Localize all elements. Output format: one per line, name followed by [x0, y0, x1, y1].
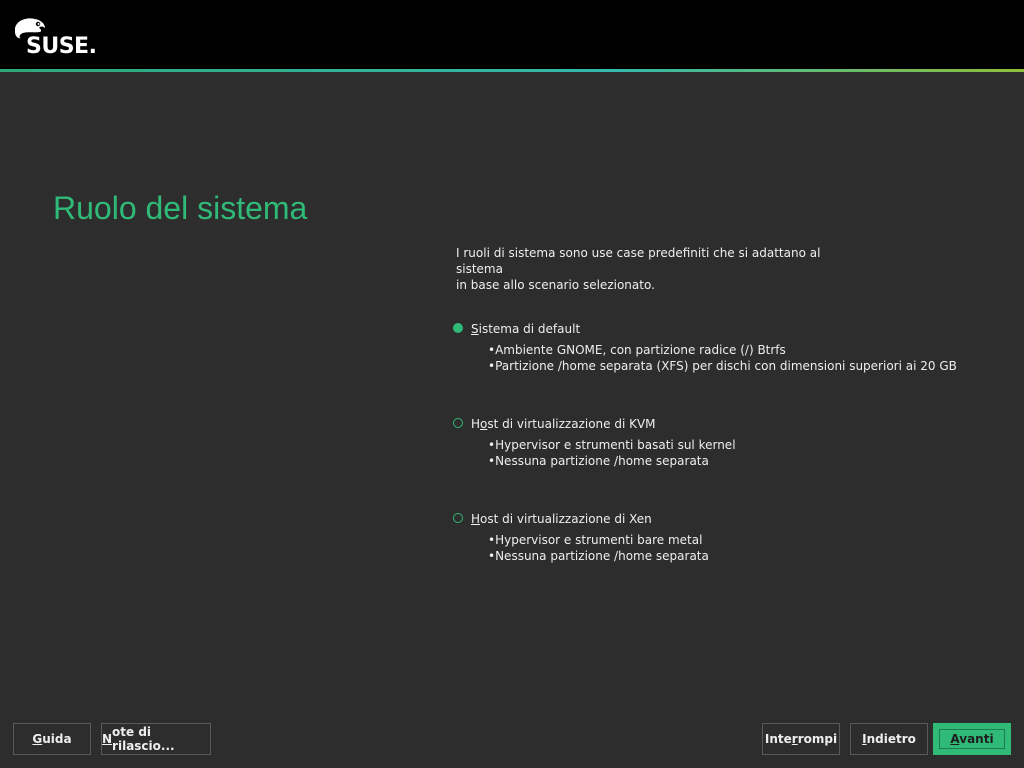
intro-line-1: I ruoli di sistema sono use case predefi… — [456, 246, 821, 276]
role-bullet: Ambiente GNOME, con partizione radice (/… — [488, 342, 957, 358]
role-bullets: Hypervisor e strumenti basati sul kernel… — [488, 437, 736, 469]
radio-unselected-icon[interactable] — [453, 513, 463, 523]
role-label[interactable]: Host di virtualizzazione di Xen — [471, 512, 652, 526]
role-bullets: Hypervisor e strumenti bare metal Nessun… — [488, 532, 709, 564]
intro-line-2: in base allo scenario selezionato. — [456, 278, 655, 292]
role-bullet: Nessuna partizione /home separata — [488, 453, 736, 469]
release-notes-button[interactable]: Note di rilascio... — [101, 723, 211, 755]
role-bullet: Partizione /home separata (XFS) per disc… — [488, 358, 957, 374]
role-label[interactable]: Host di virtualizzazione di KVM — [471, 417, 656, 431]
page-title: Ruolo del sistema — [53, 190, 308, 226]
header-accent-line — [0, 69, 1024, 72]
abort-button[interactable]: Inte r rompi — [762, 723, 840, 755]
radio-selected-icon[interactable] — [453, 323, 463, 333]
role-bullet: Hypervisor e strumenti bare metal — [488, 532, 709, 548]
radio-unselected-icon[interactable] — [453, 418, 463, 428]
suse-logo-text: SUSE. — [26, 34, 97, 59]
back-button[interactable]: Indietro — [850, 723, 928, 755]
intro-text: I ruoli di sistema sono use case predefi… — [456, 245, 856, 293]
role-bullet: Nessuna partizione /home separata — [488, 548, 709, 564]
next-button[interactable]: Avanti — [933, 723, 1011, 755]
role-bullets: Ambiente GNOME, con partizione radice (/… — [488, 342, 957, 374]
help-button[interactable]: Guida — [13, 723, 91, 755]
top-bar — [0, 0, 1024, 69]
next-button-focus: Avanti — [939, 729, 1005, 749]
role-label[interactable]: Sistema di default — [471, 322, 580, 336]
role-bullet: Hypervisor e strumenti basati sul kernel — [488, 437, 735, 453]
